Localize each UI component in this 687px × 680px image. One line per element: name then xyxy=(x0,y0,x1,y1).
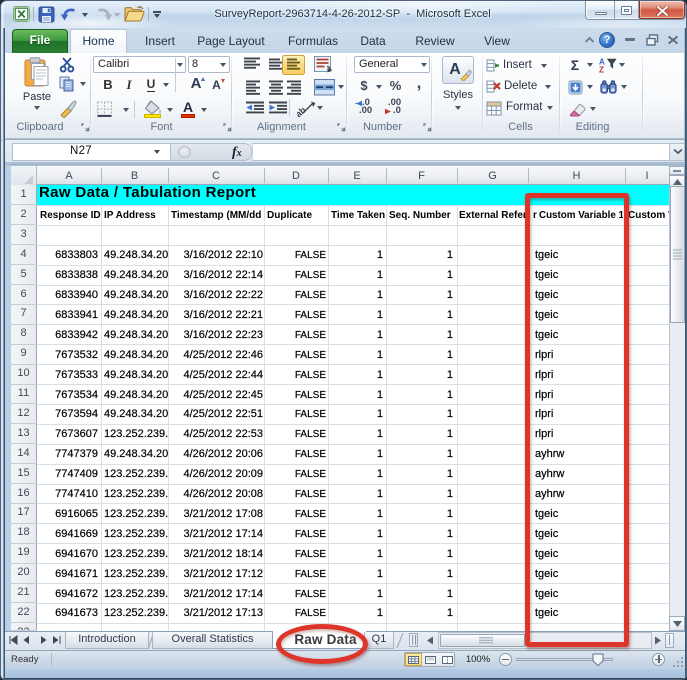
svg-text:ab: ab xyxy=(297,105,308,117)
svg-text:Z: Z xyxy=(599,66,604,74)
